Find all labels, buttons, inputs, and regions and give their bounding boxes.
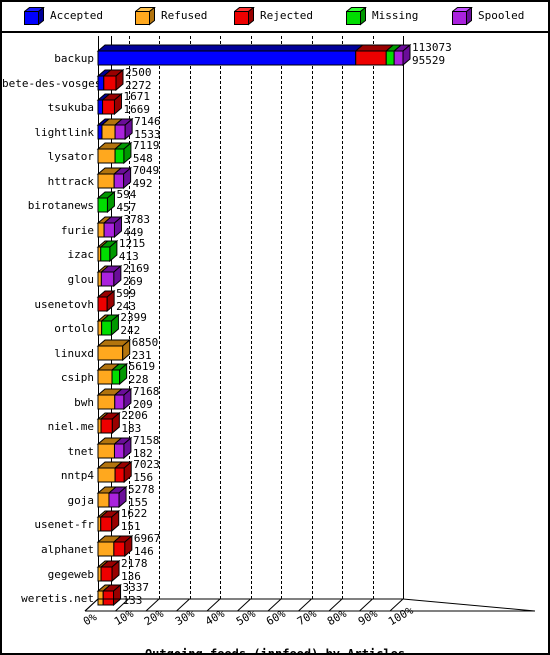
legend-label: Spooled (478, 9, 525, 22)
plot-area: backup 113073 95529 bete-des-vosges 2500 2272… (2, 33, 548, 653)
legend-label: Missing (372, 9, 419, 22)
legend: Accepted Refused Rejected Missing Spooled (2, 2, 548, 33)
legend-label: Accepted (50, 9, 103, 22)
legend-item-refused[interactable]: Refused (135, 7, 208, 26)
legend-item-rejected[interactable]: Rejected (234, 7, 313, 26)
chart-title: Outgoing feeds (innfeed) by Articles (2, 647, 548, 653)
cube-icon (346, 7, 367, 26)
cube-icon (234, 7, 255, 26)
cube-icon (24, 7, 45, 26)
legend-item-accepted[interactable]: Accepted (24, 7, 103, 26)
legend-item-spooled[interactable]: Spooled (452, 7, 525, 26)
cube-icon (135, 7, 156, 26)
cube-icon (452, 7, 473, 26)
axes: 0% 10% 20% 30% 40% 50% 60% 70% 80% 90% 100% (2, 33, 548, 653)
chart-page: Accepted Refused Rejected Missing Spooled ba… (0, 0, 550, 655)
legend-items: Accepted Refused Rejected Missing Spooled (2, 2, 548, 31)
legend-item-missing[interactable]: Missing (346, 7, 419, 26)
legend-label: Rejected (260, 9, 313, 22)
legend-label: Refused (161, 9, 208, 22)
axis-floor (84, 598, 536, 612)
